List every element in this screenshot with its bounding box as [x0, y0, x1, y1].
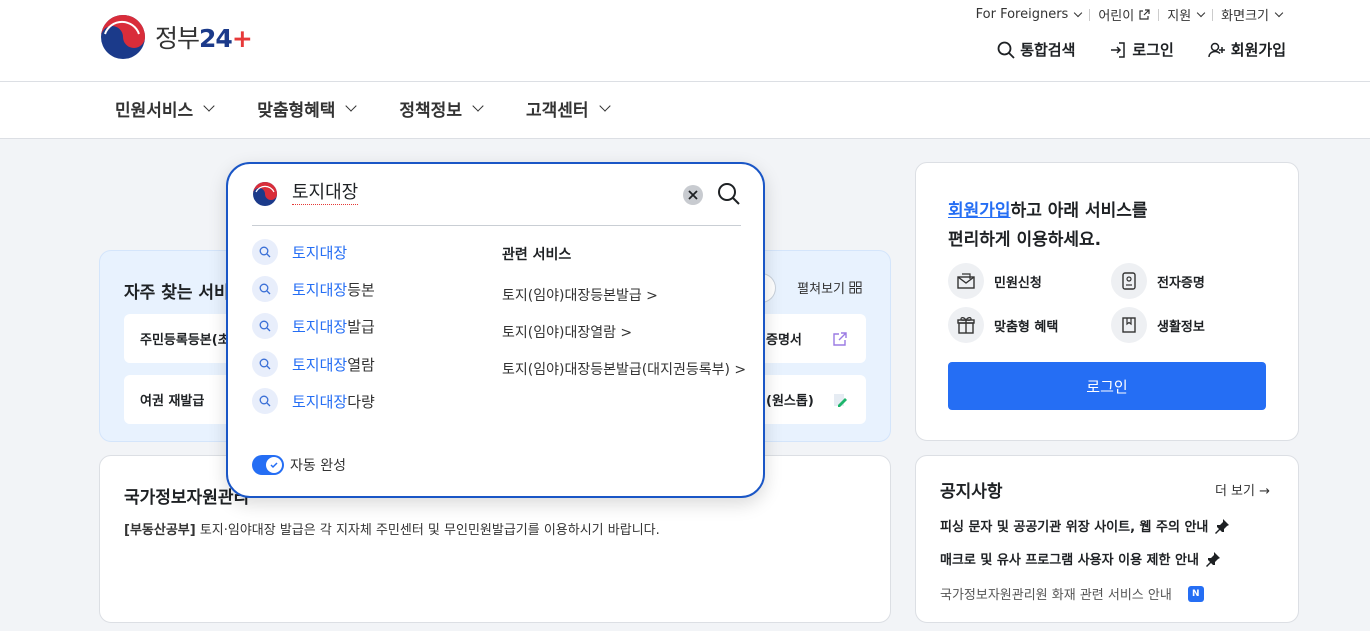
screen-size-menu[interactable]: 화면크기 — [1213, 5, 1290, 24]
autocomplete-toggle-row: 자동 완성 — [252, 455, 346, 475]
kids-link[interactable]: 어린이 — [1090, 5, 1158, 24]
taegeuk-small-icon — [252, 181, 278, 211]
search-icon — [259, 283, 271, 295]
related-services-title: 관련 서비스 — [502, 247, 572, 263]
grid-icon — [849, 281, 862, 294]
service-card-passport-reissue[interactable]: 여권 재발급 — [124, 375, 234, 424]
add-user-icon — [1208, 42, 1225, 57]
integrated-search-button[interactable]: 통합검색 — [997, 39, 1075, 60]
related-service-link[interactable]: 토지(임야)대장열람 > — [502, 321, 747, 345]
login-panel: 회원가입하고 아래 서비스를 편리하게 이용하세요. 민원신청 전자증명 맞춤형… — [915, 162, 1299, 441]
search-icon — [259, 246, 271, 258]
search-icon — [718, 183, 740, 205]
related-service-link[interactable]: 토지(임야)대장등본발급 > — [502, 284, 747, 308]
notice-panel: 공지사항 더 보기 → 피싱 문자 및 공공기관 위장 사이트, 웹 주의 안내… — [915, 455, 1299, 623]
chevron-down-icon — [1074, 8, 1083, 17]
external-link-icon — [833, 331, 847, 346]
new-badge: N — [1187, 585, 1204, 602]
search-icon — [997, 41, 1015, 59]
nav-policy-info[interactable]: 정책정보 — [399, 96, 484, 121]
nav-custom-benefits[interactable]: 맞춤형혜택 — [257, 96, 358, 121]
nav-civil-services[interactable]: 민원서비스 — [115, 96, 215, 121]
suggestion-item[interactable]: 토지대장열람 — [252, 351, 375, 377]
header: 정부24+ For Foreigners 어린이 지원 화면크기 통합검색 로그… — [0, 0, 1370, 82]
chevron-down-icon — [598, 100, 611, 112]
chevron-down-icon — [1196, 8, 1206, 17]
chevron-down-icon — [203, 100, 215, 112]
login-icon — [1111, 41, 1126, 58]
search-icon — [259, 358, 271, 370]
signup-link[interactable]: 회원가입 — [1208, 39, 1286, 60]
suggestion-item[interactable]: 토지대장발급 — [252, 313, 375, 339]
chevron-down-icon — [345, 100, 358, 112]
search-icon — [259, 395, 271, 407]
search-input[interactable]: 토지대장 — [292, 182, 359, 205]
e-certificate[interactable]: 전자증명 — [1111, 263, 1205, 299]
frequent-services-title: 자주 찾는 서비 — [124, 283, 230, 303]
login-panel-title: 회원가입하고 아래 서비스를 편리하게 이용하세요. — [948, 201, 1148, 250]
signup-inline-link[interactable]: 회원가입 — [948, 201, 1011, 221]
notice-item[interactable]: 피싱 문자 및 공공기관 위장 사이트, 웹 주의 안내 — [940, 516, 1230, 535]
notice-item[interactable]: 국가정보자원관리원 화재 관련 서비스 안내 N — [940, 584, 1204, 603]
service-apply[interactable]: 민원신청 — [948, 263, 1042, 299]
service-card-resident-register[interactable]: 주민등록등본(초 — [124, 314, 234, 363]
suggestion-item[interactable]: 토지대장등본 — [252, 276, 375, 302]
search-submit-button[interactable] — [717, 182, 741, 210]
notice-more-link[interactable]: 더 보기 → — [1215, 480, 1270, 499]
pin-icon — [1215, 518, 1230, 534]
life-info[interactable]: 생활정보 — [1111, 307, 1205, 343]
external-link-icon — [1139, 8, 1150, 20]
search-autocomplete-popup: 토지대장 토지대장 토지대장등본 토지대장발급 토지대장열람 토지대장다량 관련… — [226, 162, 765, 498]
notice-title: 공지사항 — [940, 482, 1003, 502]
announcement-text: [부동산공부] 토지·임야대장 발급은 각 지자체 주민센터 및 무인민원발급기… — [124, 523, 660, 538]
close-icon — [688, 190, 698, 200]
clear-search-button[interactable] — [683, 185, 703, 205]
envelope-icon — [957, 273, 975, 289]
suggestion-item[interactable]: 토지대장 — [252, 239, 347, 265]
pin-icon — [1205, 551, 1220, 567]
autocomplete-label: 자동 완성 — [290, 458, 346, 474]
autocomplete-toggle[interactable] — [252, 455, 284, 475]
header-actions: 통합검색 로그인 회원가입 — [997, 39, 1286, 60]
custom-benefits[interactable]: 맞춤형 혜택 — [948, 307, 1058, 343]
foreigners-menu[interactable]: For Foreigners — [968, 7, 1090, 22]
divider — [252, 225, 741, 226]
chevron-down-icon — [472, 100, 484, 112]
support-menu[interactable]: 지원 — [1159, 5, 1212, 24]
related-service-link[interactable]: 토지(임야)대장등본발급(대지권등록부) > — [502, 358, 747, 382]
nav-customer-center[interactable]: 고객센터 — [526, 96, 611, 121]
check-icon — [270, 462, 278, 469]
notice-item[interactable]: 매크로 및 유사 프로그램 사용자 이용 제한 안내 — [940, 549, 1221, 568]
logo-text: 정부24+ — [155, 24, 253, 53]
login-link[interactable]: 로그인 — [1109, 39, 1174, 60]
search-icon — [259, 320, 271, 332]
chevron-down-icon — [1274, 8, 1284, 17]
certificate-icon — [1122, 272, 1136, 290]
gift-icon — [957, 317, 975, 334]
utility-menu: For Foreigners 어린이 지원 화면크기 — [968, 5, 1290, 24]
gov24-logo[interactable]: 정부24+ — [99, 14, 253, 60]
pencil-icon — [834, 393, 847, 407]
bookmark-icon — [1122, 317, 1136, 333]
login-button[interactable]: 로그인 — [948, 362, 1266, 410]
expand-button[interactable]: 펼쳐보기 — [797, 278, 862, 297]
main-navigation: 민원서비스 맞춤형혜택 정책정보 고객센터 — [0, 82, 1370, 139]
suggestion-item[interactable]: 토지대장다량 — [252, 388, 375, 414]
taegeuk-icon — [101, 15, 145, 59]
